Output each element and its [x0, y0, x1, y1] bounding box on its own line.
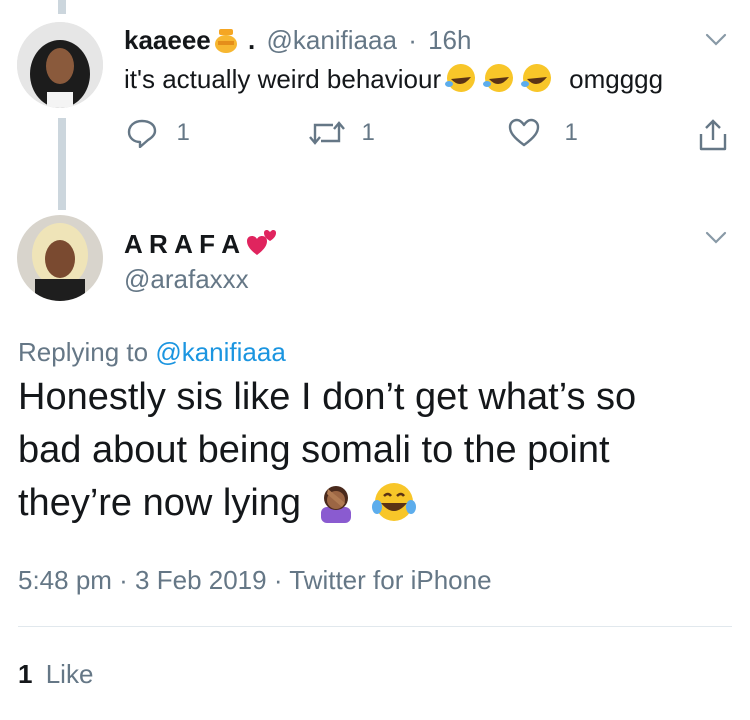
like-count: 1: [564, 119, 578, 146]
reply-action-retweet[interactable]: 1: [307, 118, 375, 150]
reply-text-main: it's actually weird behaviour: [124, 64, 442, 94]
reply-action-share[interactable]: [697, 118, 729, 152]
honey-pot-emoji-icon: [214, 28, 238, 54]
main-display-name[interactable]: A R A F A: [124, 229, 240, 259]
reply-count: 1: [176, 119, 190, 146]
avatar-arafa-image: [17, 215, 103, 301]
retweet-count: 1: [361, 119, 375, 146]
reply-display-name[interactable]: kaaeee: [124, 25, 211, 55]
reply-separator: ·: [408, 25, 417, 55]
main-text-line3-row: they’re now lying: [18, 480, 417, 534]
reply-handle[interactable]: @kanifiaaa: [266, 25, 396, 55]
divider: [18, 626, 732, 627]
reply-header: kaaeee . @kanifiaaa · 16h: [124, 25, 472, 55]
rofl-emoji-icon: [443, 62, 557, 102]
main-text-line3: they’re now lying: [18, 482, 302, 524]
retweet-icon: [309, 121, 345, 145]
reply-action-like[interactable]: 1: [508, 118, 578, 150]
main-text-line1: Honestly sis like I don’t get what’s so: [18, 376, 637, 418]
tears-of-joy-emoji-icon: [371, 481, 417, 534]
main-display-name-row: A R A F A: [124, 227, 278, 264]
avatar-kaaeee[interactable]: [17, 22, 103, 108]
reply-icon: [127, 119, 157, 149]
facepalm-emoji-icon: [315, 481, 357, 534]
likes-summary[interactable]: 1 Like: [18, 658, 93, 690]
share-icon: [699, 119, 727, 151]
replying-prefix: Replying to: [18, 337, 149, 367]
thread-connector-bottom: [58, 118, 66, 210]
replying-handle-link[interactable]: @kanifiaaa: [155, 337, 285, 367]
likes-label: Like: [45, 659, 94, 689]
timestamp-source[interactable]: 5:48 pm · 3 Feb 2019 · Twitter for iPhon…: [18, 564, 492, 596]
main-text-line2: bad about being somali to the point: [18, 429, 610, 471]
reply-time[interactable]: 16h: [428, 25, 471, 55]
likes-count: 1: [18, 659, 33, 689]
reply-text-tail: omgggg: [569, 64, 664, 94]
two-hearts-emoji-icon: [246, 227, 278, 264]
heart-icon: [508, 118, 540, 147]
avatar-kaaeee-image: [17, 22, 103, 108]
main-handle[interactable]: @arafaxxx: [124, 263, 249, 295]
replying-to: Replying to @kanifiaaa: [18, 336, 286, 368]
avatar-arafa[interactable]: [17, 215, 103, 301]
thread-connector-top: [58, 0, 66, 14]
main-chevron-down-icon[interactable]: [704, 230, 728, 246]
reply-chevron-down-icon[interactable]: [704, 32, 728, 48]
reply-text: it's actually weird behaviour omgggg: [124, 62, 663, 102]
reply-action-reply[interactable]: 1: [126, 118, 190, 150]
